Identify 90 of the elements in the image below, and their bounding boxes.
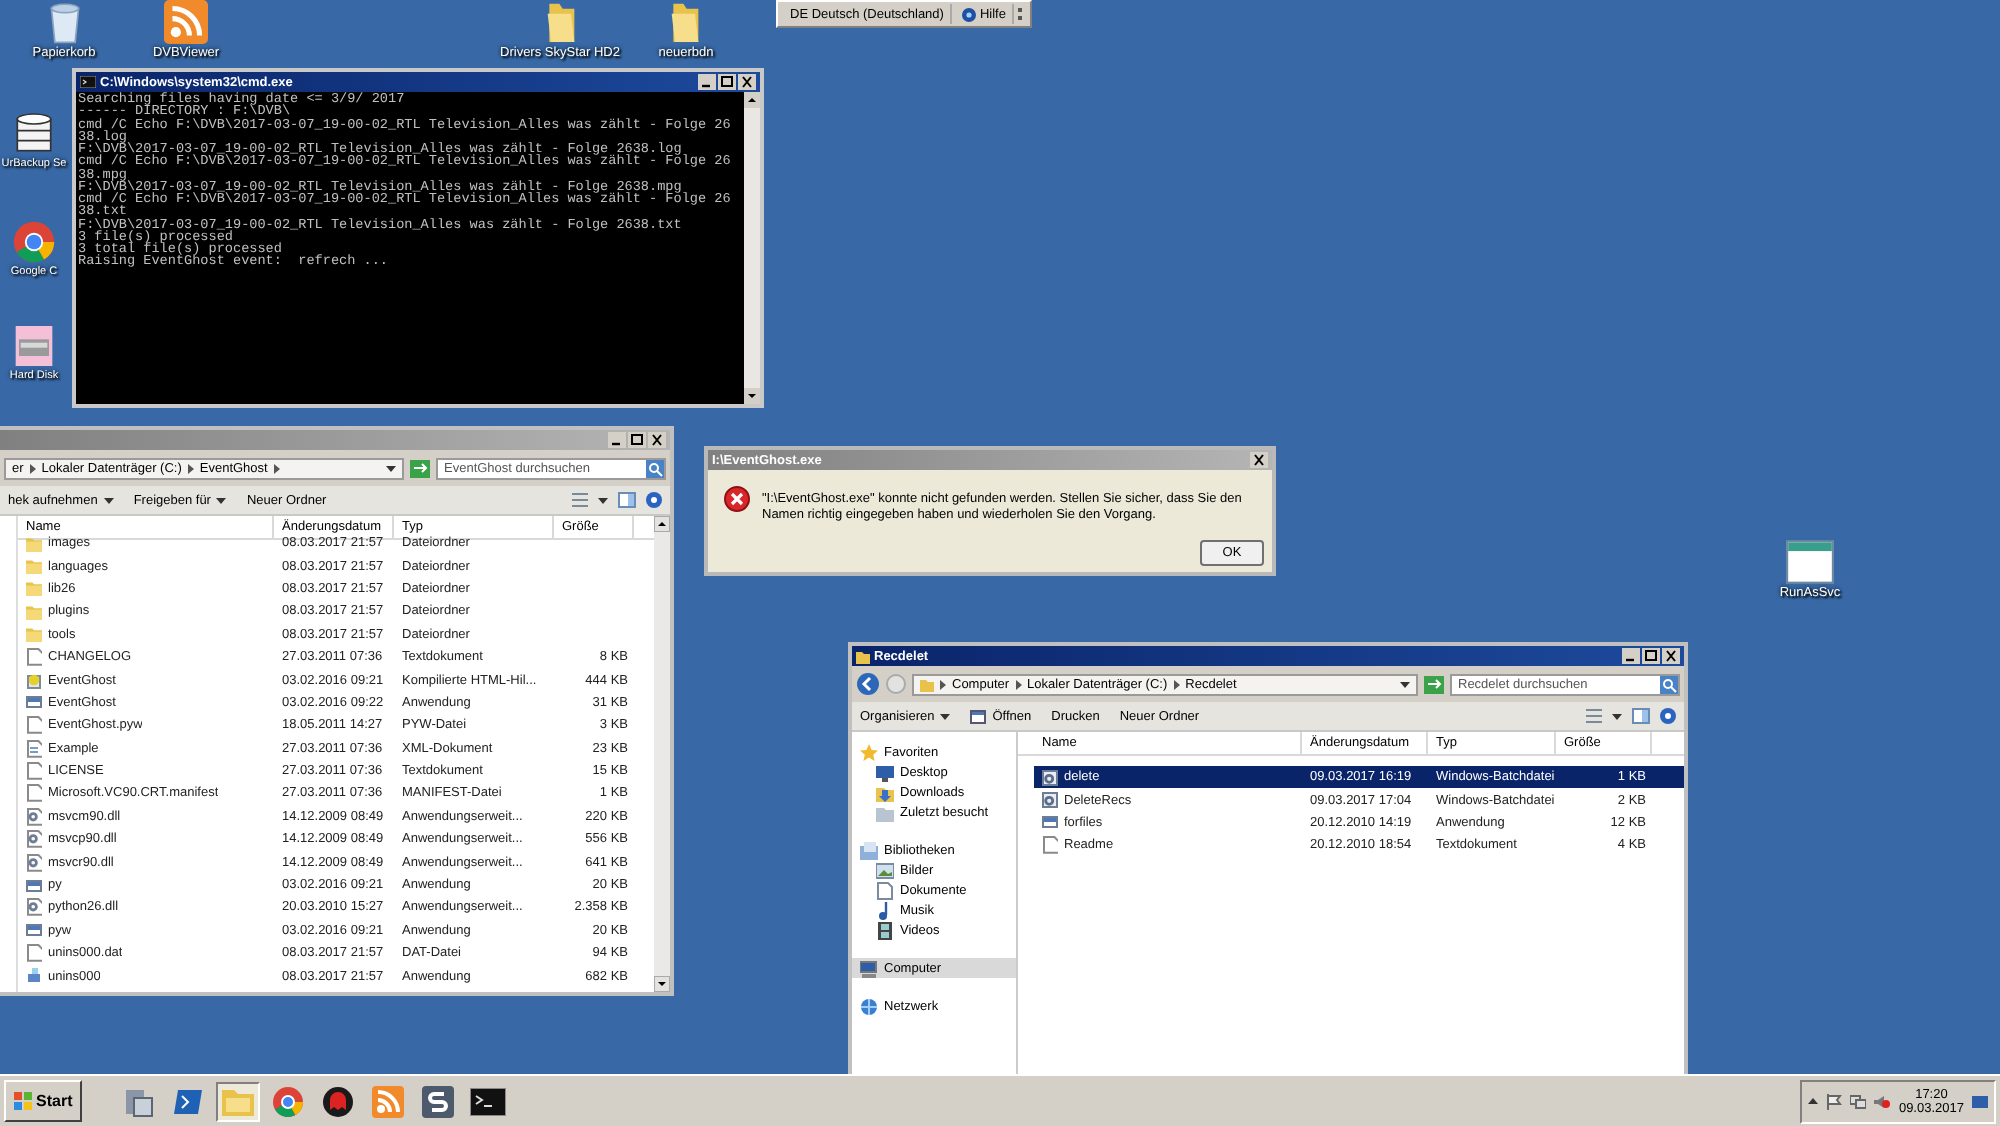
settings-file-icon — [26, 853, 42, 872]
folder-icon — [26, 603, 42, 620]
chrome-icon — [12, 220, 56, 264]
chevron-icon — [1015, 679, 1022, 689]
window-icon — [970, 709, 987, 723]
application-icon — [26, 922, 42, 939]
windows-logo-icon — [14, 1092, 32, 1110]
dropdown-arrow-icon[interactable] — [940, 712, 951, 720]
chevron-icon — [29, 463, 36, 473]
folder-icon — [920, 677, 934, 691]
application-icon — [26, 694, 42, 711]
dropdown-arrow-icon[interactable] — [1612, 712, 1622, 720]
preview-pane-icon[interactable] — [618, 492, 636, 508]
chevron-icon — [1173, 679, 1180, 689]
application-icon — [1042, 814, 1058, 831]
scroll-down-icon[interactable] — [654, 976, 670, 992]
feed-icon — [164, 0, 208, 44]
settings-file-icon — [26, 807, 42, 826]
settings-file-icon — [26, 898, 42, 917]
picture-icon — [876, 861, 894, 879]
document-icon — [26, 944, 42, 963]
view-options-icon[interactable] — [1586, 708, 1602, 724]
scroll-up-icon[interactable] — [744, 92, 760, 108]
start-button[interactable]: Start — [4, 1080, 83, 1122]
close-icon[interactable] — [738, 74, 756, 90]
film-icon — [876, 921, 894, 939]
folder-icon — [876, 783, 894, 801]
maximize-icon[interactable] — [718, 74, 736, 90]
chevron-icon — [187, 463, 194, 473]
document-icon — [26, 716, 42, 735]
recycle-bin-icon — [45, 0, 83, 44]
view-options-icon[interactable] — [572, 492, 588, 508]
close-icon[interactable] — [1662, 648, 1680, 664]
dropdown-arrow-icon[interactable] — [598, 496, 608, 504]
minimize-icon[interactable] — [608, 432, 626, 448]
folder-icon — [26, 558, 42, 575]
dropdown-arrow-icon[interactable] — [103, 496, 114, 504]
application-icon — [1785, 540, 1834, 584]
refresh-icon[interactable] — [410, 459, 430, 477]
batch-file-icon — [1042, 792, 1058, 809]
close-icon[interactable] — [648, 432, 666, 448]
scroll-down-icon[interactable] — [744, 388, 760, 404]
chevron-icon — [273, 463, 280, 473]
folder-icon — [26, 626, 42, 643]
folder-icon — [545, 0, 575, 44]
preview-pane-icon[interactable] — [1632, 708, 1650, 724]
grip-icon[interactable] — [1017, 6, 1024, 22]
help-icon[interactable] — [1660, 708, 1676, 724]
folder-icon — [876, 803, 894, 821]
batch-file-icon — [1042, 769, 1058, 786]
folder-icon — [26, 535, 42, 552]
folder-icon — [26, 580, 42, 597]
chevron-icon — [940, 679, 946, 689]
speaker-muted-icon[interactable] — [1874, 1093, 1891, 1109]
help-icon[interactable] — [646, 492, 662, 508]
application-icon — [26, 877, 42, 894]
installer-icon — [26, 968, 42, 985]
document-icon — [1042, 836, 1058, 855]
document-icon — [876, 881, 894, 899]
document-icon — [26, 648, 42, 667]
maximize-icon[interactable] — [1642, 648, 1660, 664]
chevron-up-icon[interactable] — [1808, 1096, 1819, 1106]
network-icon[interactable] — [1850, 1093, 1867, 1109]
maximize-icon[interactable] — [628, 432, 646, 448]
scroll-up-icon[interactable] — [654, 516, 670, 532]
network-icon — [860, 997, 878, 1015]
close-icon[interactable] — [1250, 452, 1268, 468]
minimize-icon[interactable] — [1622, 648, 1640, 664]
dropdown-arrow-icon[interactable] — [1400, 680, 1410, 688]
settings-file-icon — [26, 830, 42, 849]
back-icon[interactable] — [856, 672, 880, 696]
search-icon[interactable] — [1660, 675, 1678, 693]
folder-icon — [670, 0, 701, 44]
monitor-icon — [876, 763, 894, 781]
computer-icon — [860, 959, 878, 977]
help-file-icon — [26, 671, 42, 690]
refresh-icon[interactable] — [1424, 675, 1444, 693]
show-desktop-icon[interactable] — [1972, 1093, 1988, 1109]
database-icon — [14, 112, 54, 156]
flag-icon[interactable] — [1826, 1093, 1843, 1109]
library-icon — [860, 841, 878, 859]
dropdown-arrow-icon[interactable] — [216, 496, 227, 504]
help-icon — [961, 7, 976, 21]
document-icon — [26, 739, 42, 758]
minimize-icon[interactable] — [698, 74, 716, 90]
star-icon — [860, 743, 878, 761]
error-icon — [724, 486, 750, 512]
dropdown-arrow-icon[interactable] — [386, 464, 396, 472]
search-icon[interactable] — [646, 459, 664, 477]
console-icon — [80, 76, 96, 88]
